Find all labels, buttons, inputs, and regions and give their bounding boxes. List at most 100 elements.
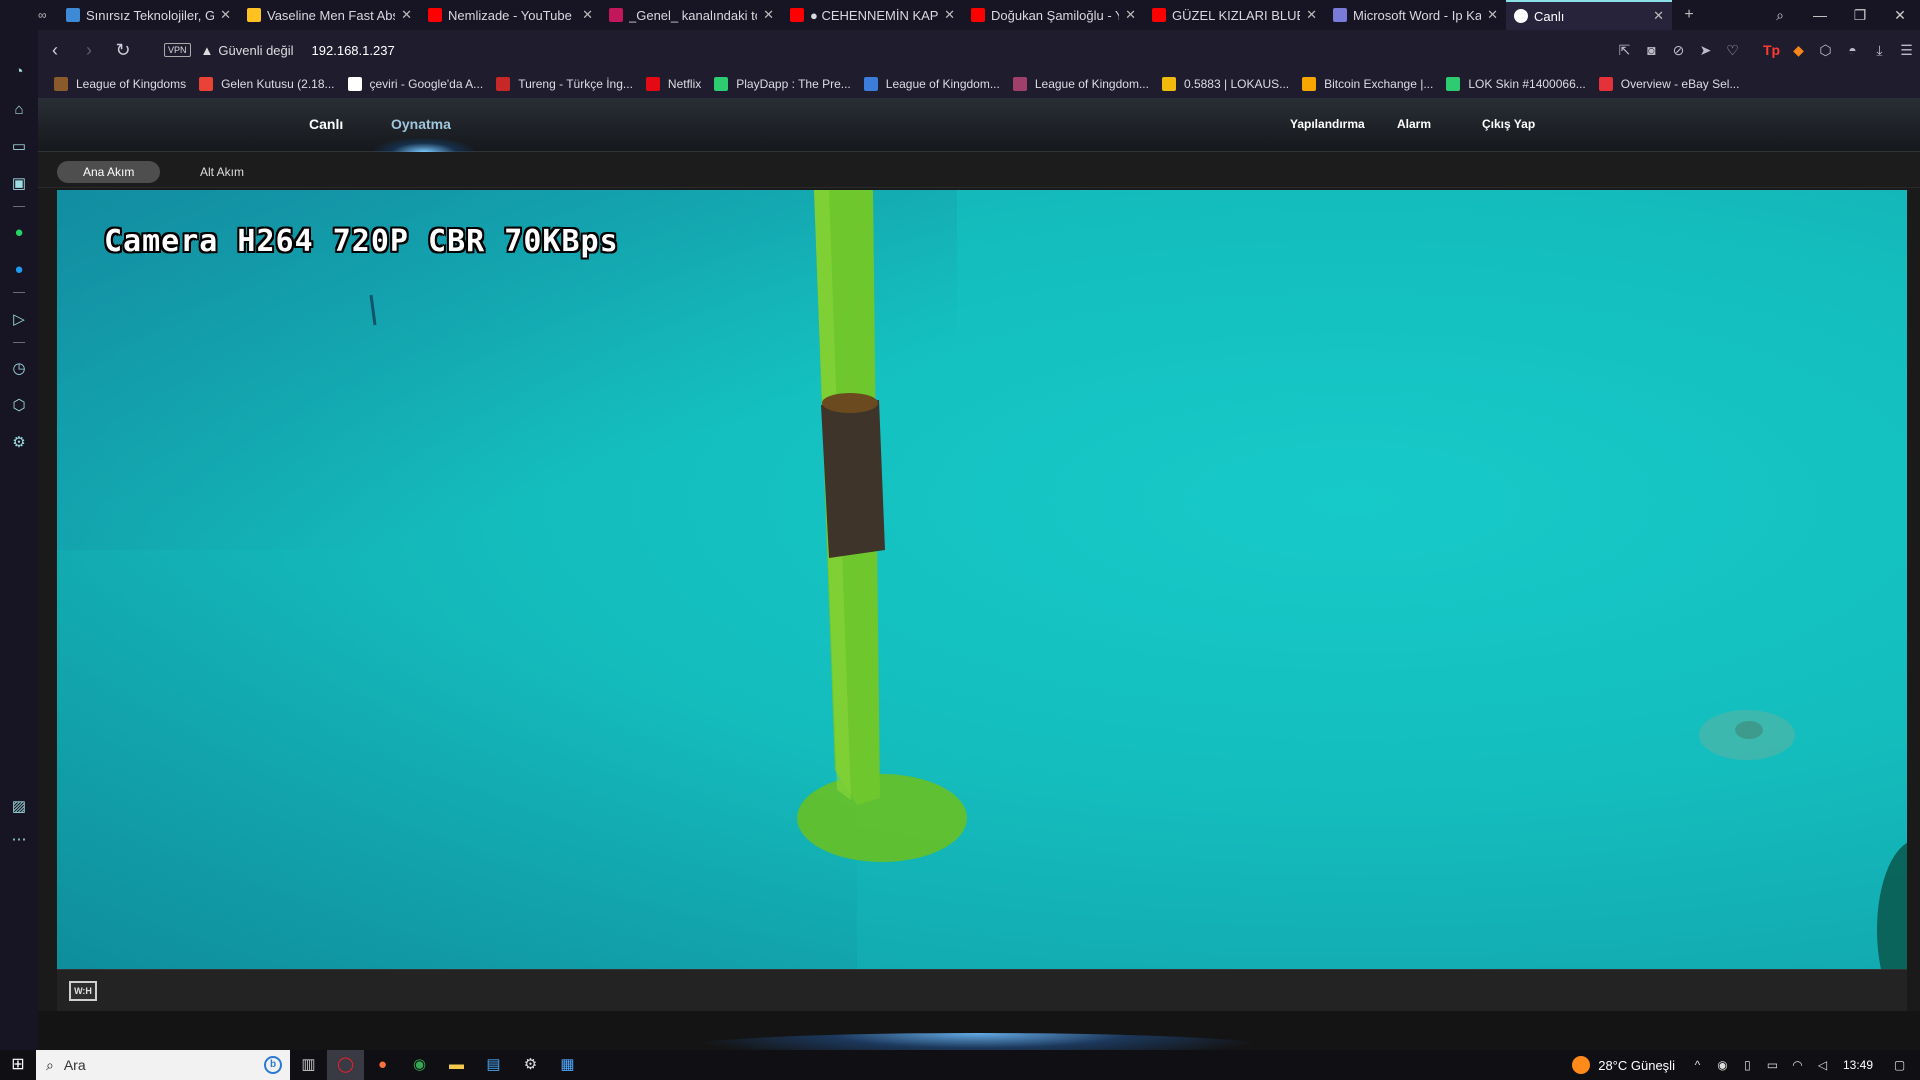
chrome-icon[interactable]: ◉ — [401, 1050, 438, 1080]
notification-icon[interactable]: ▢ — [1887, 1058, 1912, 1072]
tab-close-icon[interactable]: ✕ — [401, 7, 412, 23]
opera-gx-icon[interactable]: ◯ — [327, 1050, 364, 1080]
share-icon[interactable]: ⇱ — [1611, 42, 1638, 59]
extensions-cube-icon[interactable]: ⬡ — [1812, 42, 1839, 59]
camera-snapshot-icon[interactable]: ◙ — [1638, 42, 1665, 58]
browser-tab[interactable]: Sınırsız Teknolojiler, Gü ✕ — [58, 0, 239, 30]
bookmark-item[interactable]: Bitcoin Exchange |... — [1302, 77, 1433, 91]
browser-tab[interactable]: Nemlizade - YouTube ✕ — [420, 0, 601, 30]
more-icon[interactable]: ⋯ — [9, 830, 29, 850]
extension-tp-icon[interactable]: Tp — [1758, 42, 1785, 58]
bookmark-item[interactable]: Netflix — [645, 77, 701, 91]
twitter-icon[interactable]: ● — [9, 260, 29, 280]
restore-button[interactable]: ❐ — [1840, 7, 1880, 24]
main-stream-button[interactable]: Ana Akım — [57, 161, 161, 183]
browser-tab[interactable]: Doğukan Şamiloğlu - Yo ✕ — [963, 0, 1144, 30]
tab-close-icon[interactable]: ✕ — [944, 7, 955, 23]
tab-close-icon[interactable]: ✕ — [1653, 8, 1664, 24]
volume-icon[interactable]: ◁ — [1810, 1058, 1835, 1072]
taskbar-search[interactable]: ⌕ Ara b — [36, 1050, 290, 1080]
tab-title: _Genel_ kanalındaki top — [629, 7, 758, 23]
tab-close-icon[interactable]: ✕ — [1487, 7, 1498, 23]
adblock-icon[interactable]: ⊘ — [1665, 42, 1692, 59]
gallery-icon[interactable]: ▨ — [9, 797, 29, 817]
bookmark-item[interactable]: PlayDapp : The Pre... — [714, 77, 851, 91]
tab-close-icon[interactable]: ✕ — [1125, 7, 1136, 23]
browser-tab[interactable]: GÜZEL KIZLARI BLUETO ✕ — [1144, 0, 1325, 30]
tab-close-icon[interactable]: ✕ — [220, 7, 231, 23]
task-view-icon[interactable]: ▥ — [290, 1050, 327, 1080]
easy-setup-menu-icon[interactable]: ☰ — [1893, 42, 1920, 59]
bookmark-item[interactable]: League of Kingdom... — [863, 77, 1000, 91]
browser-tab[interactable]: ● CEHENNEMİN KAPI ✕ — [782, 0, 963, 30]
usb-icon[interactable]: ▯ — [1735, 1058, 1760, 1072]
download-icon[interactable]: ⤓ — [1866, 42, 1893, 59]
corner-object — [1877, 842, 1907, 969]
firefox-icon[interactable]: ● — [364, 1050, 401, 1080]
tab-search-icon[interactable]: ⌕ — [1760, 7, 1800, 24]
cube-icon[interactable]: ⬡ — [9, 396, 29, 416]
battery-icon[interactable]: ▭ — [1760, 1058, 1785, 1072]
pole-band-top — [822, 393, 878, 413]
minimize-button[interactable]: — — [1800, 7, 1840, 23]
extension-icon[interactable]: ▣ — [9, 174, 29, 194]
aspect-ratio-button[interactable]: W:H — [69, 981, 97, 1001]
remote-desktop-icon[interactable]: ▦ — [549, 1050, 586, 1080]
profile-icon[interactable]: ◓ — [1839, 42, 1866, 58]
nav-configuration[interactable]: Yapılandırma — [1290, 117, 1365, 131]
player-icon[interactable]: ▷ — [9, 310, 29, 330]
bookmark-item[interactable]: Tureng - Türkçe İng... — [496, 77, 633, 91]
sidebar-separator — [13, 342, 25, 343]
bookmark-item[interactable]: Gelen Kutusu (2.18... — [199, 77, 335, 91]
bookmark-item[interactable]: 0.5883 | LOKAUS... — [1161, 77, 1289, 91]
bookmark-heart-icon[interactable]: ♡ — [1719, 42, 1746, 59]
live-video-feed[interactable]: Camera H264 720P CBR 70KBps — [57, 190, 1907, 969]
browser-tab[interactable]: Vaseline Men Fast Abso ✕ — [239, 0, 420, 30]
network-icon[interactable]: ◠ — [1785, 1058, 1810, 1072]
store-icon[interactable]: ▤ — [475, 1050, 512, 1080]
whatsapp-icon[interactable]: ● — [9, 223, 29, 243]
browser-tab[interactable]: Canlı ✕ — [1506, 0, 1672, 30]
bookmark-item[interactable]: Overview - eBay Sel... — [1598, 77, 1739, 91]
nav-live[interactable]: Canlı — [309, 116, 343, 132]
send-icon[interactable]: ➤ — [1692, 42, 1719, 59]
camera-web-page: Canlı Oynatma Yapılandırma Alarm Çıkış Y… — [38, 98, 1920, 1063]
browser-tab[interactable]: _Genel_ kanalındaki top ✕ — [601, 0, 782, 30]
camera-top-nav: Canlı Oynatma Yapılandırma Alarm Çıkış Y… — [38, 98, 1920, 152]
new-tab-button[interactable]: + — [1672, 6, 1706, 24]
reload-button[interactable]: ↻ — [106, 40, 140, 61]
tab-close-icon[interactable]: ✕ — [763, 7, 774, 23]
bookmark-item[interactable]: League of Kingdoms — [54, 77, 186, 91]
weather-widget[interactable]: 28°C Güneşli — [1572, 1056, 1675, 1074]
bookmark-item[interactable]: League of Kingdom... — [1012, 77, 1149, 91]
tab-menu-icon[interactable]: ∞ — [38, 8, 58, 22]
url-field[interactable]: 192.168.1.237 — [312, 43, 395, 58]
settings-gear-icon[interactable]: ⚙ — [9, 433, 29, 453]
nav-playback[interactable]: Oynatma — [391, 116, 451, 132]
record-icon[interactable]: ◉ — [1710, 1058, 1735, 1072]
nav-logout[interactable]: Çıkış Yap — [1482, 117, 1535, 131]
back-button[interactable]: ‹ — [38, 40, 72, 61]
start-windows-icon[interactable]: ⊞ — [0, 1050, 36, 1080]
nav-alarm[interactable]: Alarm — [1397, 117, 1431, 131]
close-window-button[interactable]: ✕ — [1880, 7, 1920, 24]
browser-tab[interactable]: Microsoft Word - Ip Kar ✕ — [1325, 0, 1506, 30]
vpn-badge[interactable]: VPN — [164, 43, 191, 57]
forward-button[interactable]: › — [72, 40, 106, 61]
history-icon[interactable]: ◷ — [9, 359, 29, 379]
shopping-bag-icon[interactable]: ⌂ — [9, 100, 29, 120]
clock[interactable]: 13:49 — [1843, 1058, 1873, 1072]
bing-icon[interactable]: b — [264, 1056, 282, 1074]
bookmark-item[interactable]: LOK Skin #1400066... — [1446, 77, 1586, 91]
settings-icon[interactable]: ⚙ — [512, 1050, 549, 1080]
metamask-icon[interactable]: ◆ — [1785, 42, 1812, 59]
chevron-up-icon[interactable]: ^ — [1685, 1058, 1710, 1072]
file-explorer-icon[interactable]: ▬ — [438, 1050, 475, 1080]
tab-close-icon[interactable]: ✕ — [1306, 7, 1317, 23]
sub-stream-button[interactable]: Alt Akım — [174, 161, 270, 183]
bookmark-item[interactable]: çeviri - Google'da A... — [347, 77, 483, 91]
twitch-icon[interactable]: ▭ — [9, 137, 29, 157]
tab-close-icon[interactable]: ✕ — [582, 7, 593, 23]
security-indicator[interactable]: ▲ Güvenli değil — [201, 43, 294, 58]
speed-dial-icon[interactable]: ◔ — [9, 62, 29, 82]
